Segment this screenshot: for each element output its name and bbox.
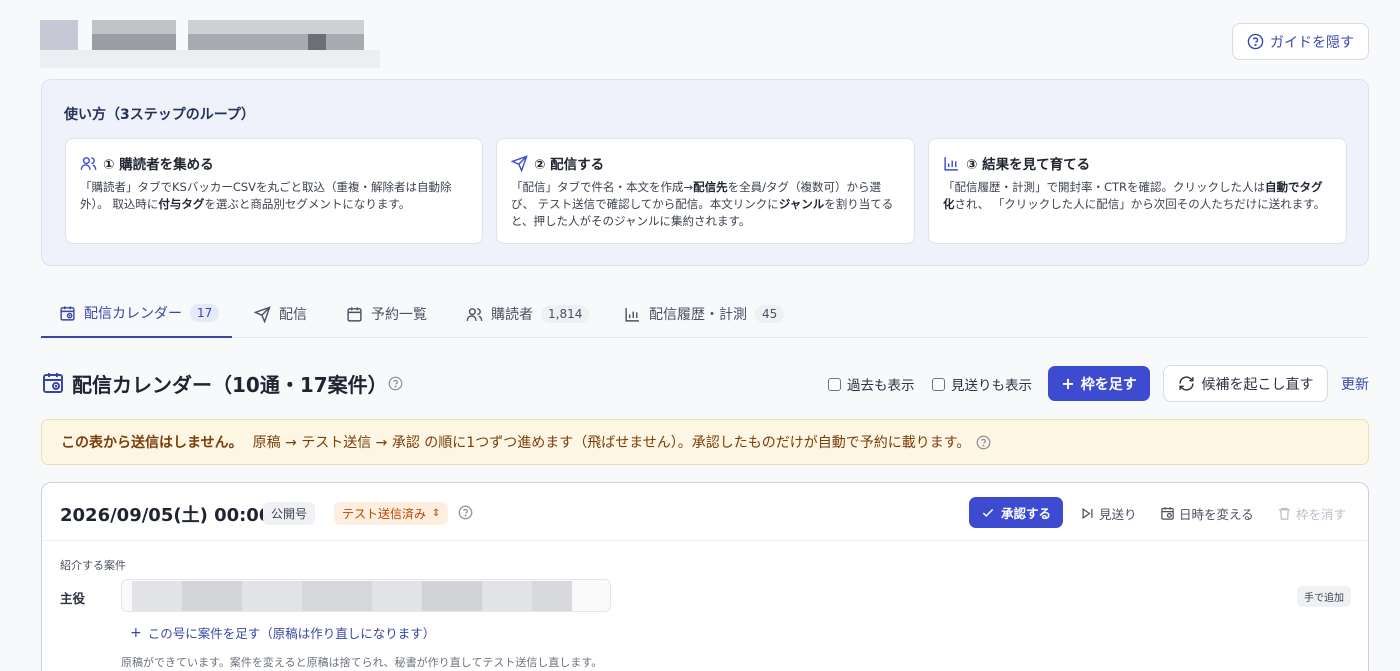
howto-title: 使い方（3ステップのループ） [64,107,255,123]
bar-chart-icon [944,156,958,171]
approve-label: 承認する [1000,506,1051,521]
tab-label: 配信 [279,307,307,323]
hide-guide-label: ガイドを隠す [1270,34,1354,51]
approve-button[interactable]: 承認する [969,497,1063,528]
refresh-icon [1178,376,1194,391]
tab-label: 購読者 [491,307,533,323]
help-circle-icon[interactable] [388,376,403,391]
add-slot-button[interactable]: + 枠を足す [1048,366,1150,401]
add-slot-label: 枠を足す [1080,376,1137,393]
show-past-label: 過去も表示 [847,378,915,394]
users-icon [466,307,483,321]
calendar-clock-icon [43,373,63,393]
check-icon [982,508,994,517]
reschedule-label: 日時を変える [1179,507,1254,522]
bar-chart-icon [625,307,639,322]
step-grow-results: ③ 結果を見て育てる 「配信履歴・計測」で開封率・CTRを確認。クリックした人は… [928,138,1347,244]
send-icon [511,154,528,172]
tab-label: 配信カレンダー [84,306,182,322]
plus-icon: + [1061,373,1075,393]
tab-reservations[interactable]: 予約一覧 [346,290,427,338]
step-title: ② 配信する [534,157,605,173]
chevron-up-down-icon: ⇕ [432,508,441,519]
delete-slot-label: 枠を消す [1296,507,1347,522]
main-tabs: 配信カレンダー 17 配信 予約一覧 購読者 1,814 配信履歴・計測 45 [41,290,1369,338]
help-circle-icon [1247,33,1264,50]
redacted-case-field[interactable] [121,579,611,612]
show-skipped-label: 見送りも表示 [951,378,1032,394]
status-label: テスト送信済み [342,507,427,521]
calendar-clock-icon [1161,507,1174,520]
add-case-link[interactable]: + この号に案件を足す（原稿は作り直しになります） [130,623,435,642]
draft-status-note: 原稿ができています。案件を変えると原稿は捨てられ、秘書が作り直してテスト送信し直… [121,656,603,669]
notice-text: 原稿 → テスト送信 → 承認 の順に1つずつ進めます（飛ばせません）。承認した… [252,435,971,451]
skip-label: 見送り [1099,507,1137,522]
plus-icon: + [130,624,142,641]
redacted-page-title [40,20,380,68]
notice-strong: この表から送信はしません。 [61,435,243,451]
add-case-label: この号に案件を足す（原稿は作り直しになります） [147,626,436,641]
help-circle-icon[interactable] [458,505,473,520]
tab-count: 1,814 [541,305,590,323]
tab-subscribers[interactable]: 購読者 1,814 [466,290,590,338]
step-title: ① 購読者を集める [103,157,214,173]
main-role-label: 主役 [60,591,86,606]
slot-datetime: 2026/09/05(土) 00:00 [60,505,272,526]
issue-type-badge: 公開号 [263,502,316,525]
skip-forward-icon [1082,507,1093,520]
featured-case-label: 紹介する案件 [60,559,126,572]
manual-add-badge: 手で追加 [1297,586,1351,607]
calendar-icon [347,306,362,322]
step-body: 「購読者」タブでKSバッカーCSVを丸ごと取込（重複・解除者は自動除外）。 取込… [80,180,452,211]
checkbox-box[interactable] [932,377,945,391]
tab-label: 予約一覧 [371,307,427,323]
show-skipped-checkbox[interactable]: 見送りも表示 [932,374,1032,394]
hide-guide-button[interactable]: ガイドを隠す [1232,23,1369,60]
tab-history-metrics[interactable]: 配信履歴・計測 45 [624,290,785,338]
skip-button[interactable]: 見送り [1080,504,1137,523]
show-past-checkbox[interactable]: 過去も表示 [828,374,915,394]
help-circle-icon[interactable] [976,435,991,450]
reschedule-button[interactable]: 日時を変える [1160,504,1254,523]
checkbox-box[interactable] [828,377,841,391]
send-icon [254,305,271,323]
tab-delivery-calendar[interactable]: 配信カレンダー 17 [41,290,232,338]
delete-slot-button[interactable]: 枠を消す [1277,504,1346,523]
calendar-clock-icon [60,305,75,321]
tab-count: 45 [755,305,785,323]
card-header: 2026/09/05(土) 00:00 公開号 テスト送信済み ⇕ 承認する 見… [42,483,1368,541]
step-body: 「配信履歴・計測」で開封率・CTRを確認。クリックした人は自動でタグ化され、 「… [943,180,1326,211]
trash-icon [1278,507,1291,520]
howto-panel: 使い方（3ステップのループ） ① 購読者を集める 「購読者」タブでKSバッカーC… [41,79,1369,266]
no-send-notice: この表から送信はしません。 原稿 → テスト送信 → 承認 の順に1つずつ進めま… [41,419,1369,465]
tab-send[interactable]: 配信 [254,290,307,338]
tab-label: 配信履歴・計測 [649,307,747,323]
status-badge[interactable]: テスト送信済み ⇕ [334,502,449,525]
step-body: 「配信」タブで件名・本文を作成→配信先を全員/タグ（複数可）から選び、 テスト送… [511,180,894,228]
users-icon [80,156,97,170]
refresh-link[interactable]: 更新 [1341,374,1369,394]
step-send: ② 配信する 「配信」タブで件名・本文を作成→配信先を全員/タグ（複数可）から選… [496,138,915,244]
section-title: 配信カレンダー（10通・17案件） [72,373,388,397]
tab-count: 17 [190,304,220,322]
regenerate-candidates-button[interactable]: 候補を起こし直す [1163,365,1328,402]
calendar-slot-card: 2026/09/05(土) 00:00 公開号 テスト送信済み ⇕ 承認する 見… [41,482,1369,671]
step-title: ③ 結果を見て育てる [966,157,1091,173]
step-collect-subscribers: ① 購読者を集める 「購読者」タブでKSバッカーCSVを丸ごと取込（重複・解除者… [65,138,483,244]
regenerate-label: 候補を起こし直す [1201,376,1314,393]
